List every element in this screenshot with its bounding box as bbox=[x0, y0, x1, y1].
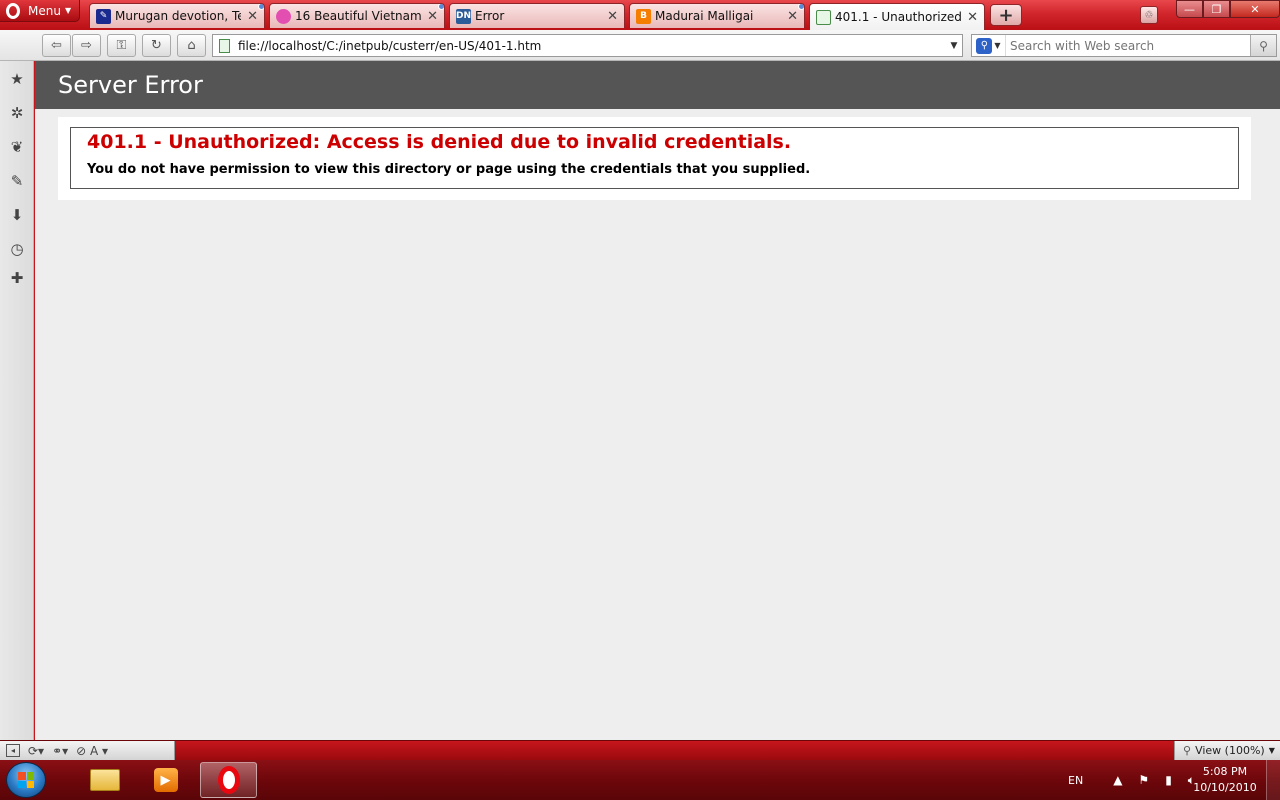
tab-activity-icon bbox=[258, 4, 264, 10]
language-indicator[interactable]: EN bbox=[1068, 774, 1083, 787]
unite-status-icon[interactable]: ⚭▾ bbox=[52, 744, 68, 758]
home-button[interactable]: ⌂ bbox=[177, 34, 206, 57]
menu-label: Menu bbox=[28, 3, 61, 18]
taskbar-explorer[interactable] bbox=[76, 762, 133, 798]
error-container: 401.1 - Unauthorized: Access is denied d… bbox=[58, 117, 1251, 200]
taskbar-media-player[interactable]: ▶ bbox=[137, 762, 194, 798]
address-input[interactable] bbox=[238, 38, 946, 53]
page-title: Server Error bbox=[58, 71, 203, 99]
chevron-down-icon[interactable]: ▼ bbox=[946, 41, 962, 51]
error-box: 401.1 - Unauthorized: Access is denied d… bbox=[70, 127, 1239, 189]
zoom-label: View (100%) bbox=[1195, 744, 1265, 757]
status-tools: ◂ ⟳▾ ⚭▾ ⊘ A ▾ bbox=[0, 741, 175, 760]
close-tab-icon[interactable]: ✕ bbox=[967, 10, 978, 25]
reload-icon: ↻ bbox=[151, 38, 162, 53]
reload-button[interactable]: ↻ bbox=[142, 34, 171, 57]
tab-title: Error bbox=[475, 9, 505, 23]
taskbar-opera[interactable] bbox=[200, 762, 257, 798]
clock-time: 5:08 PM bbox=[1202, 765, 1248, 778]
battery-icon[interactable]: ▮ bbox=[1165, 773, 1172, 787]
downloads-icon[interactable]: ⬇ bbox=[8, 206, 26, 224]
tray-expand-icon[interactable]: ▲ bbox=[1113, 773, 1122, 787]
tab-title: 401.1 - Unauthorized: ... bbox=[835, 10, 962, 24]
back-button[interactable]: ⇦ bbox=[42, 34, 71, 57]
page-content: Server Error 401.1 - Unauthorized: Acces… bbox=[35, 61, 1280, 740]
chevron-down-icon: ▼ bbox=[994, 41, 1001, 50]
tab-title: 16 Beautiful Vietnam ...... bbox=[295, 9, 422, 23]
start-button[interactable] bbox=[6, 762, 46, 798]
window-controls: — ❐ ✕ bbox=[1176, 0, 1280, 18]
tab-madurai[interactable]: B Madurai Malligai ✕ bbox=[629, 3, 805, 28]
tab-error[interactable]: DN Error ✕ bbox=[449, 3, 625, 28]
page-favicon-icon bbox=[816, 9, 831, 25]
murugan-favicon-icon: ✎ bbox=[96, 8, 111, 24]
sync-icon[interactable]: ⟳▾ bbox=[28, 744, 44, 758]
side-panel: ★ ✲ ❦ ✎ ⬇ ◷ ✚ bbox=[0, 61, 34, 740]
tab-401-unauthorized[interactable]: 401.1 - Unauthorized: ... ✕ bbox=[809, 3, 985, 30]
unite-icon[interactable]: ❦ bbox=[8, 138, 26, 156]
close-tab-icon[interactable]: ✕ bbox=[787, 9, 798, 24]
opera-icon bbox=[217, 766, 240, 794]
close-tab-icon[interactable]: ✕ bbox=[247, 9, 258, 24]
tab-title: Murugan devotion, Te... bbox=[115, 9, 241, 23]
tab-activity-icon bbox=[438, 4, 444, 10]
search-box[interactable]: ⚲ ▼ ⚲ bbox=[971, 34, 1277, 57]
server-error-header: Server Error bbox=[35, 61, 1280, 109]
forward-button[interactable]: ⇨ bbox=[72, 34, 101, 57]
search-engine-icon: ⚲ bbox=[976, 37, 993, 54]
close-tab-icon[interactable]: ✕ bbox=[427, 9, 438, 24]
history-icon[interactable]: ◷ bbox=[8, 240, 26, 258]
clock-date: 10/10/2010 bbox=[1193, 781, 1257, 794]
key-icon: ⚿ bbox=[116, 38, 127, 53]
close-window-button[interactable]: ✕ bbox=[1230, 0, 1280, 18]
turbo-icon[interactable]: ⊘ A ▾ bbox=[76, 744, 108, 758]
folder-icon bbox=[89, 769, 120, 791]
zoom-icon: ⚲ bbox=[1183, 744, 1192, 757]
notes-icon[interactable]: ✎ bbox=[8, 172, 26, 190]
chevron-down-icon: ▼ bbox=[1268, 746, 1275, 755]
search-go-button[interactable]: ⚲ bbox=[1250, 35, 1276, 56]
address-bar[interactable]: ▼ bbox=[212, 34, 963, 57]
bookmarks-icon[interactable]: ★ bbox=[8, 70, 26, 88]
tab-murugan[interactable]: ✎ Murugan devotion, Te... ✕ bbox=[89, 3, 265, 28]
search-engine-selector[interactable]: ⚲ ▼ bbox=[972, 35, 1006, 56]
panel-toggle-icon[interactable]: ◂ bbox=[6, 744, 20, 757]
blogger-favicon-icon: B bbox=[636, 8, 651, 24]
chevron-down-icon: ▼ bbox=[64, 6, 72, 15]
maximize-button[interactable]: ❐ bbox=[1203, 0, 1230, 18]
status-bar: ◂ ⟳▾ ⚭▾ ⊘ A ▾ ⚲ View (100%) ▼ bbox=[0, 740, 1280, 760]
clock[interactable]: 5:08 PM 10/10/2010 bbox=[1190, 764, 1260, 796]
home-icon: ⌂ bbox=[187, 38, 196, 53]
minimize-button[interactable]: — bbox=[1176, 0, 1203, 18]
show-desktop-button[interactable] bbox=[1266, 760, 1280, 800]
tab-title: Madurai Malligai bbox=[655, 9, 754, 23]
media-player-icon: ▶ bbox=[153, 768, 178, 792]
zoom-control[interactable]: ⚲ View (100%) ▼ bbox=[1174, 741, 1280, 760]
wand-button[interactable]: ⚿ bbox=[107, 34, 136, 57]
tab-activity-icon bbox=[798, 4, 804, 10]
error-message: You do not have permission to view this … bbox=[87, 162, 811, 177]
page-icon bbox=[219, 38, 230, 53]
action-center-icon[interactable]: ⚑ bbox=[1138, 773, 1149, 787]
add-panel-icon[interactable]: ✚ bbox=[8, 269, 26, 287]
widgets-icon[interactable]: ✲ bbox=[8, 104, 26, 122]
arrow-right-icon: ⇨ bbox=[81, 38, 92, 53]
dn-favicon-icon: DN bbox=[456, 8, 471, 24]
arrow-left-icon: ⇦ bbox=[51, 38, 62, 53]
tab-bar: Menu ▼ ✎ Murugan devotion, Te... ✕ 16 Be… bbox=[0, 0, 1280, 30]
trash-icon[interactable]: ♲ bbox=[1140, 6, 1158, 24]
opera-logo-icon bbox=[6, 2, 20, 19]
system-tray: EN ▲ ⚑ ▮ 🔈︎ bbox=[1044, 760, 1203, 800]
close-tab-icon[interactable]: ✕ bbox=[607, 9, 618, 24]
address-toolbar: ⇦ ⇨ ⚿ ↻ ⌂ ▼ ⚲ ▼ ⚲ bbox=[0, 30, 1280, 61]
search-input[interactable] bbox=[1006, 38, 1250, 53]
error-title: 401.1 - Unauthorized: Access is denied d… bbox=[87, 131, 792, 153]
tab-vietnam[interactable]: 16 Beautiful Vietnam ...... ✕ bbox=[269, 3, 445, 28]
new-tab-button[interactable]: + bbox=[990, 4, 1022, 26]
opera-menu-button[interactable]: Menu ▼ bbox=[0, 0, 80, 22]
windows-logo-icon bbox=[18, 772, 34, 788]
search-icon: ⚲ bbox=[1259, 38, 1268, 53]
flower-favicon-icon bbox=[276, 8, 291, 24]
windows-taskbar: ▶ EN ▲ ⚑ ▮ 🔈︎ 5:08 PM 10/10/2010 bbox=[0, 760, 1280, 800]
